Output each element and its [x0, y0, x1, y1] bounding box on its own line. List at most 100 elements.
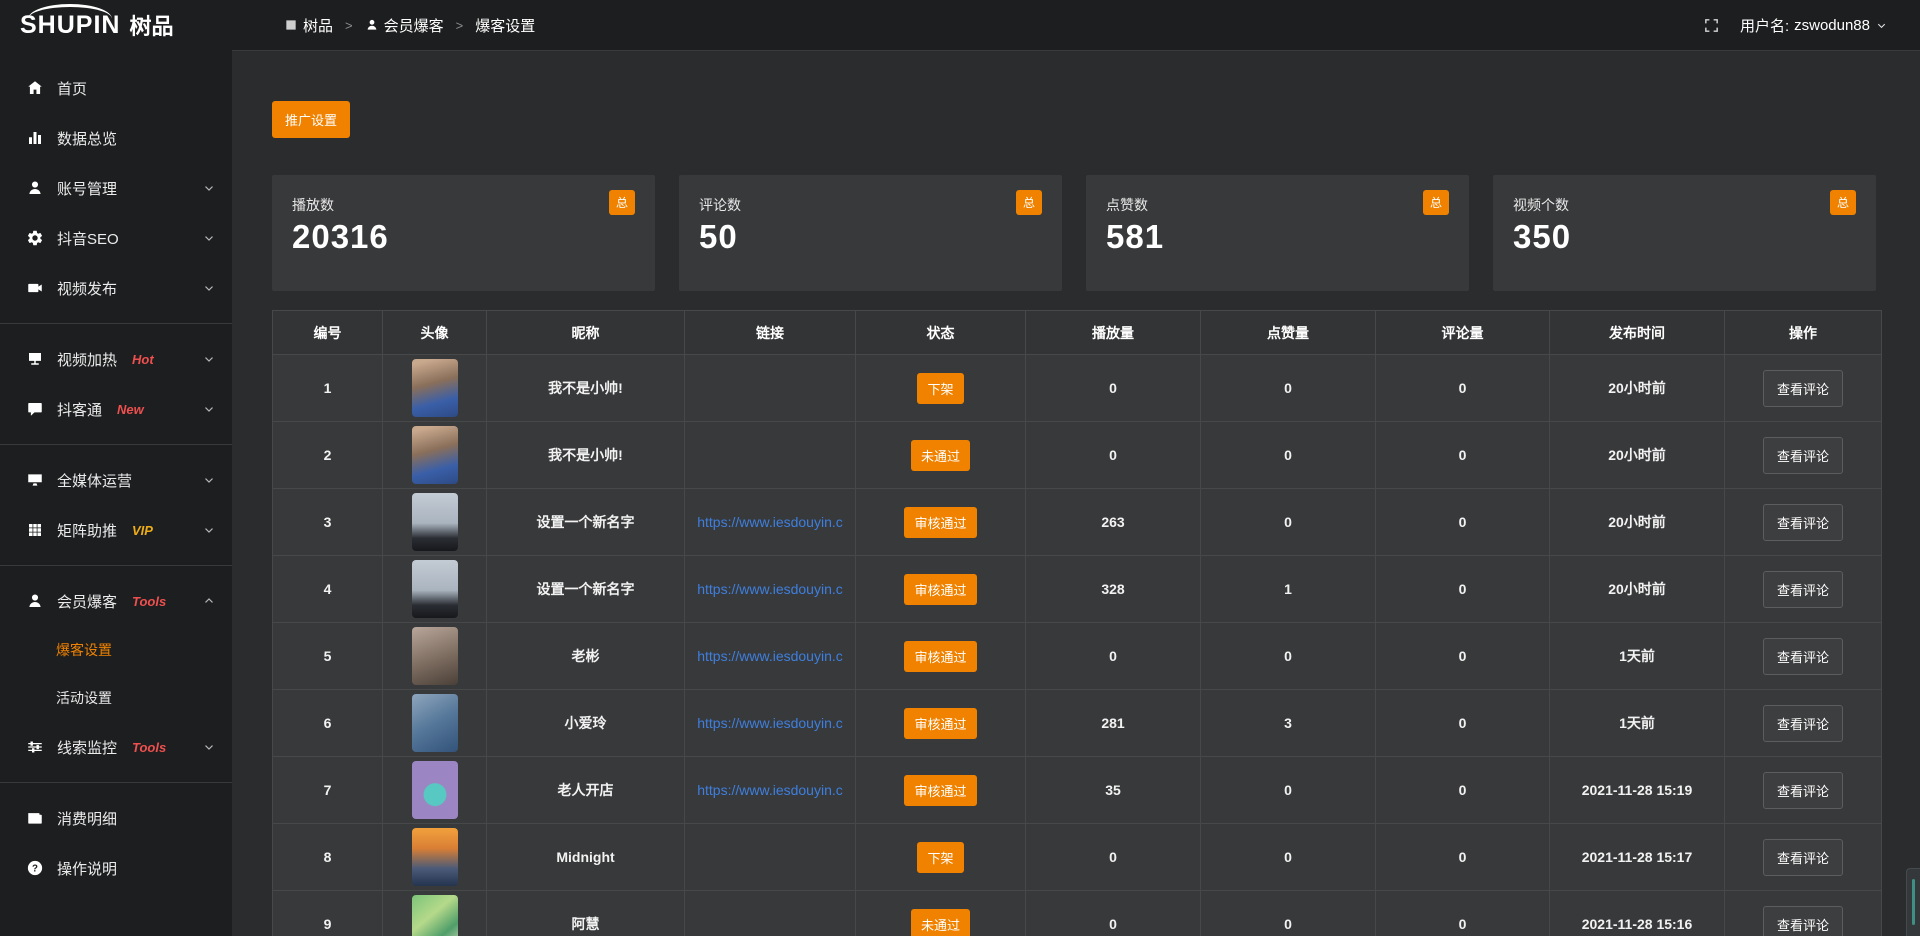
total-badge: 总 — [1016, 190, 1042, 215]
view-comments-button[interactable]: 查看评论 — [1763, 370, 1843, 407]
chevron-down-icon — [1875, 19, 1888, 32]
cell-status: 下架 — [856, 355, 1026, 422]
home-icon — [26, 79, 44, 97]
user-menu[interactable]: 用户名: zswodun88 — [1740, 15, 1888, 36]
sidebar-item-clue-monitor[interactable]: 线索监控Tools — [0, 722, 232, 772]
total-badge: 总 — [609, 190, 635, 215]
sidebar-item-home[interactable]: 首页 — [0, 63, 232, 113]
sidebar-item-video-publish[interactable]: 视频发布 — [0, 263, 232, 313]
sidebar-item-operation-guide[interactable]: ?操作说明 — [0, 843, 232, 893]
sidebar-item-badge: Hot — [132, 352, 154, 367]
breadcrumb-separator: > — [345, 18, 353, 33]
breadcrumb-item[interactable]: 会员爆客 — [365, 15, 444, 36]
cell-avatar — [383, 891, 487, 936]
cell-comments: 0 — [1376, 623, 1550, 690]
cell-plays: 35 — [1026, 757, 1201, 824]
sidebar-item-account-management[interactable]: 账号管理 — [0, 163, 232, 213]
cell-number: 4 — [273, 556, 383, 623]
sidebar-item-label: 全媒体运营 — [57, 470, 132, 491]
avatar — [412, 627, 458, 685]
table-row: 6 小爱玲 https://www.iesdouyin.c 审核通过 281 3… — [273, 690, 1882, 757]
stat-card-likes: 点赞数总581 — [1086, 175, 1469, 291]
bcuser-icon — [365, 18, 379, 32]
status-badge[interactable]: 下架 — [917, 842, 963, 873]
chevron-down-icon — [202, 740, 216, 754]
view-comments-button[interactable]: 查看评论 — [1763, 906, 1843, 936]
status-badge[interactable]: 未通过 — [911, 909, 970, 936]
sidebar-item-omni-media[interactable]: 全媒体运营 — [0, 455, 232, 505]
cell-likes: 0 — [1201, 489, 1376, 556]
cell-likes: 0 — [1201, 757, 1376, 824]
cell-comments: 0 — [1376, 556, 1550, 623]
sidebar-item-member-baoke[interactable]: 会员爆客Tools — [0, 576, 232, 626]
view-comments-button[interactable]: 查看评论 — [1763, 638, 1843, 675]
cell-nickname: 设置一个新名字 — [487, 556, 685, 623]
table-row: 7 老人开店 https://www.iesdouyin.c 审核通过 35 0… — [273, 757, 1882, 824]
column-header: 昵称 — [487, 311, 685, 355]
fullscreen-icon[interactable] — [1703, 17, 1720, 34]
sidebar-subitem-baoke-settings[interactable]: 爆客设置 — [0, 626, 232, 674]
cell-likes: 0 — [1201, 824, 1376, 891]
grid-icon — [26, 521, 44, 539]
breadcrumb-separator: > — [456, 18, 464, 33]
view-comments-button[interactable]: 查看评论 — [1763, 504, 1843, 541]
view-comments-button[interactable]: 查看评论 — [1763, 437, 1843, 474]
cell-comments: 0 — [1376, 422, 1550, 489]
screen-icon — [26, 350, 44, 368]
video-link[interactable]: https://www.iesdouyin.c — [697, 715, 843, 731]
video-link[interactable]: https://www.iesdouyin.c — [697, 514, 843, 530]
status-badge[interactable]: 审核通过 — [904, 641, 976, 672]
video-link[interactable]: https://www.iesdouyin.c — [697, 782, 843, 798]
sidebar-item-douketong[interactable]: 抖客通New — [0, 384, 232, 434]
view-comments-button[interactable]: 查看评论 — [1763, 772, 1843, 809]
cell-link — [685, 422, 856, 489]
column-header: 播放量 — [1026, 311, 1201, 355]
sidebar-item-matrix-boost[interactable]: 矩阵助推VIP — [0, 505, 232, 555]
sidebar-item-consumption-details[interactable]: 消费明细 — [0, 793, 232, 843]
stat-label: 点赞数 — [1106, 195, 1148, 215]
floating-widget-strip — [1912, 879, 1915, 925]
cell-likes: 0 — [1201, 422, 1376, 489]
breadcrumb-item[interactable]: 爆客设置 — [475, 15, 535, 36]
status-badge[interactable]: 审核通过 — [904, 507, 976, 538]
brand-logo[interactable]: SHUPIN 树品 — [0, 0, 232, 50]
cell-action: 查看评论 — [1725, 422, 1882, 489]
status-badge[interactable]: 下架 — [917, 373, 963, 404]
sidebar-item-douyin-seo[interactable]: 抖音SEO — [0, 213, 232, 263]
cell-number: 7 — [273, 757, 383, 824]
sidebar-subitem-activity-settings[interactable]: 活动设置 — [0, 674, 232, 722]
status-badge[interactable]: 未通过 — [911, 440, 970, 471]
videos-table: 编号头像昵称链接状态播放量点赞量评论量发布时间操作 1 我不是小帅! 下架 0 … — [272, 310, 1882, 936]
cell-comments: 0 — [1376, 757, 1550, 824]
view-comments-button[interactable]: 查看评论 — [1763, 571, 1843, 608]
sidebar-item-badge: Tools — [132, 740, 166, 755]
status-badge[interactable]: 审核通过 — [904, 775, 976, 806]
sidebar-item-video-heat[interactable]: 视频加热Hot — [0, 334, 232, 384]
cell-nickname: Midnight — [487, 824, 685, 891]
status-badge[interactable]: 审核通过 — [904, 708, 976, 739]
cell-avatar — [383, 824, 487, 891]
table-row: 9 阿慧 未通过 0 0 0 2021-11-28 15:16 查看评论 — [273, 891, 1882, 936]
topbar: 树品 > 会员爆客 > 爆客设置 用户名: zswodun88 — [232, 0, 1920, 51]
cell-comments: 0 — [1376, 824, 1550, 891]
video-link[interactable]: https://www.iesdouyin.c — [697, 648, 843, 664]
stat-label: 播放数 — [292, 195, 334, 215]
promo-settings-button[interactable]: 推广设置 — [272, 101, 350, 138]
total-badge: 总 — [1830, 190, 1856, 215]
avatar — [412, 828, 458, 886]
status-badge[interactable]: 审核通过 — [904, 574, 976, 605]
column-header: 操作 — [1725, 311, 1882, 355]
stat-value: 581 — [1106, 218, 1449, 256]
chat-icon — [26, 400, 44, 418]
view-comments-button[interactable]: 查看评论 — [1763, 839, 1843, 876]
stat-card-plays: 播放数总20316 — [272, 175, 655, 291]
video-link[interactable]: https://www.iesdouyin.c — [697, 581, 843, 597]
breadcrumb: 树品 > 会员爆客 > 爆客设置 — [284, 15, 535, 36]
view-comments-button[interactable]: 查看评论 — [1763, 705, 1843, 742]
floating-side-widget[interactable] — [1906, 868, 1920, 936]
cell-status: 审核通过 — [856, 623, 1026, 690]
cell-avatar — [383, 422, 487, 489]
app-root: SHUPIN 树品 首页数据总览账号管理抖音SEO视频发布视频加热Hot抖客通N… — [0, 0, 1920, 936]
breadcrumb-item[interactable]: 树品 — [284, 15, 333, 36]
sidebar-item-data-overview[interactable]: 数据总览 — [0, 113, 232, 163]
